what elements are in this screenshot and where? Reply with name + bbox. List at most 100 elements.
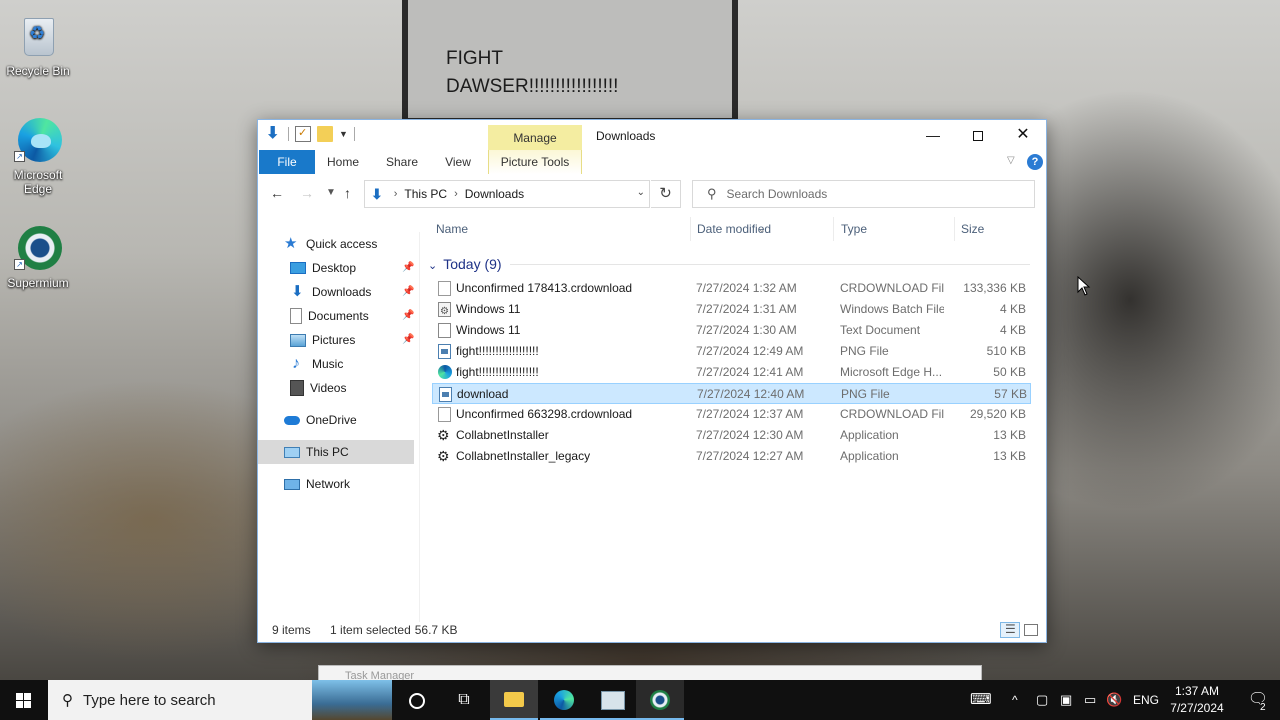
nav-item-desktop[interactable]: Desktop 📌 <box>290 256 420 280</box>
input-language[interactable]: ENG <box>1133 680 1159 720</box>
taskbar-supermium-icon[interactable] <box>636 680 684 720</box>
nav-item-this-pc[interactable]: This PC <box>258 440 414 464</box>
refresh-button[interactable]: ↻ <box>651 180 681 208</box>
column-divider[interactable] <box>690 217 691 241</box>
customize-toolbar-chevron-icon[interactable]: ▼ <box>339 129 348 139</box>
pin-icon[interactable]: 📌 <box>402 328 414 352</box>
nav-item-documents[interactable]: Documents 📌 <box>290 304 420 328</box>
nav-item-pictures[interactable]: Pictures 📌 <box>290 328 420 352</box>
close-button[interactable]: ✕ <box>1000 120 1046 150</box>
group-header-today[interactable]: ⌄ Today (9) <box>428 252 1038 276</box>
nav-item-quick-access[interactable]: Quick access <box>284 232 377 256</box>
column-header-date-modified[interactable]: Date modified <box>697 211 771 247</box>
desktop-icon-microsoft-edge[interactable]: ↗ Microsoft Edge <box>0 116 76 196</box>
recent-locations-chevron-icon[interactable]: ▼ <box>326 187 336 198</box>
item-count: 9 items <box>272 623 311 637</box>
file-row[interactable]: Windows 11 7/27/2024 1:30 AM Text Document… <box>432 320 1031 341</box>
clock[interactable]: 1:37 AM 7/27/2024 <box>1164 683 1230 717</box>
up-button[interactable]: ↑ <box>344 185 351 201</box>
search-box[interactable]: ⚲ <box>692 180 1035 208</box>
taskbar-search-box[interactable]: ⚲ Type here to search <box>48 680 392 720</box>
taskbar-task-manager-icon[interactable] <box>588 680 636 720</box>
taskbar-edge-icon[interactable] <box>540 680 588 720</box>
large-icons-view-icon[interactable] <box>1024 624 1038 636</box>
file-size: 4 KB <box>999 323 1026 337</box>
details-view-icon[interactable] <box>1000 622 1020 638</box>
address-bar[interactable]: ⬇ › This PC › Downloads ⌄ <box>364 180 650 208</box>
file-row[interactable]: Unconfirmed 178413.crdownload 7/27/2024 1… <box>432 278 1031 299</box>
pin-icon[interactable]: 📌 <box>402 280 414 304</box>
nav-item-videos[interactable]: Videos <box>290 376 346 400</box>
column-divider[interactable] <box>833 217 834 241</box>
file-row[interactable]: download 7/27/2024 12:40 AM PNG File 57 KB <box>432 383 1031 404</box>
search-highlight-image[interactable] <box>312 680 392 720</box>
minimize-button[interactable]: — <box>910 120 956 150</box>
nav-item-music[interactable]: Music <box>290 352 343 376</box>
file-type: Text Document <box>840 323 921 337</box>
manage-contextual-tab[interactable]: Manage <box>488 125 582 151</box>
pin-icon[interactable]: 📌 <box>402 304 414 328</box>
nav-item-network[interactable]: Network <box>284 472 350 496</box>
file-type: CRDOWNLOAD File <box>840 407 944 421</box>
tab-view[interactable]: View <box>438 150 478 174</box>
maximize-button[interactable] <box>955 120 1001 150</box>
chevron-right-icon[interactable]: › <box>394 188 398 200</box>
breadcrumb-downloads[interactable]: Downloads <box>465 187 524 201</box>
edge-file-icon <box>438 365 452 379</box>
task-view-icon[interactable]: ⧉ <box>440 680 488 720</box>
column-header-name[interactable]: Name <box>436 211 468 247</box>
file-row[interactable]: CollabnetInstaller 7/27/2024 12:30 AM Appl… <box>432 425 1031 446</box>
new-folder-icon[interactable] <box>317 126 333 142</box>
clock-date: 7/27/2024 <box>1170 701 1224 715</box>
expand-ribbon-chevron-icon[interactable]: ▽ <box>1007 155 1015 166</box>
notification-center-icon[interactable]: 🗨 2 <box>1236 680 1280 720</box>
recycle-bin-icon <box>14 12 62 60</box>
column-header-size[interactable]: Size <box>961 211 984 247</box>
png-file-icon <box>439 387 452 402</box>
file-name: fight!!!!!!!!!!!!!!!!!! <box>456 344 539 358</box>
file-row[interactable]: fight!!!!!!!!!!!!!!!!!! 7/27/2024 12:41 A… <box>432 362 1031 383</box>
search-input[interactable] <box>726 187 1007 201</box>
title-bar[interactable]: ⬇ ▼ Manage Downloads — ✕ <box>258 120 1046 151</box>
pin-icon[interactable]: 📌 <box>402 256 414 280</box>
security-icon[interactable]: ▣ <box>1060 680 1072 720</box>
start-button[interactable] <box>0 680 48 720</box>
meet-now-icon[interactable]: ▢ <box>1036 680 1048 720</box>
show-hidden-icons-chevron-icon[interactable]: ^ <box>1012 680 1018 720</box>
column-divider[interactable] <box>954 217 955 241</box>
file-row[interactable]: Unconfirmed 663298.crdownload 7/27/2024 1… <box>432 404 1031 425</box>
address-history-chevron-icon[interactable]: ⌄ <box>637 187 645 198</box>
touch-keyboard-icon[interactable]: ⌨ <box>970 680 992 720</box>
properties-icon[interactable] <box>295 126 311 142</box>
desktop-icon-supermium[interactable]: ↗ Supermium <box>0 224 76 290</box>
shortcut-arrow-icon: ↗ <box>14 151 25 162</box>
help-icon[interactable]: ? <box>1027 154 1043 170</box>
column-header-type[interactable]: Type <box>841 211 867 247</box>
file-row[interactable]: Windows 11 7/27/2024 1:31 AM Windows Batch… <box>432 299 1031 320</box>
file-type: Application <box>840 428 899 442</box>
chevron-right-icon[interactable]: › <box>454 188 458 200</box>
desktop-icon-recycle-bin[interactable]: Recycle Bin <box>0 12 76 78</box>
file-size: 13 KB <box>993 428 1026 442</box>
back-button[interactable]: ← <box>270 185 284 201</box>
clock-time: 1:37 AM <box>1174 684 1220 698</box>
forward-button[interactable]: → <box>300 185 314 201</box>
taskbar-file-explorer-icon[interactable] <box>490 680 538 720</box>
wallpaper-sign: FIGHT DAWSER!!!!!!!!!!!!!!!!! <box>402 0 738 122</box>
network-tray-icon[interactable]: ▭ <box>1084 680 1096 720</box>
file-row[interactable]: CollabnetInstaller_legacy 7/27/2024 12:27… <box>432 446 1031 467</box>
volume-muted-icon[interactable]: 🔇 <box>1106 680 1122 720</box>
tab-share[interactable]: Share <box>378 150 426 174</box>
cortana-icon[interactable] <box>392 680 440 720</box>
file-row[interactable]: fight!!!!!!!!!!!!!!!!!! 7/27/2024 12:49 A… <box>432 341 1031 362</box>
tab-file[interactable]: File <box>259 150 315 174</box>
tab-home[interactable]: Home <box>320 150 366 174</box>
file-size: 29,520 KB <box>969 407 1026 421</box>
collapse-chevron-icon[interactable]: ⌄ <box>428 260 437 272</box>
breadcrumb-this-pc[interactable]: This PC <box>404 187 447 201</box>
nav-item-onedrive[interactable]: OneDrive <box>284 408 357 432</box>
nav-item-downloads[interactable]: Downloads 📌 <box>290 280 420 304</box>
tab-picture-tools[interactable]: Picture Tools <box>488 150 582 174</box>
desktop-icon-label: Supermium <box>7 276 69 290</box>
download-arrow-icon[interactable]: ⬇ <box>266 126 282 142</box>
